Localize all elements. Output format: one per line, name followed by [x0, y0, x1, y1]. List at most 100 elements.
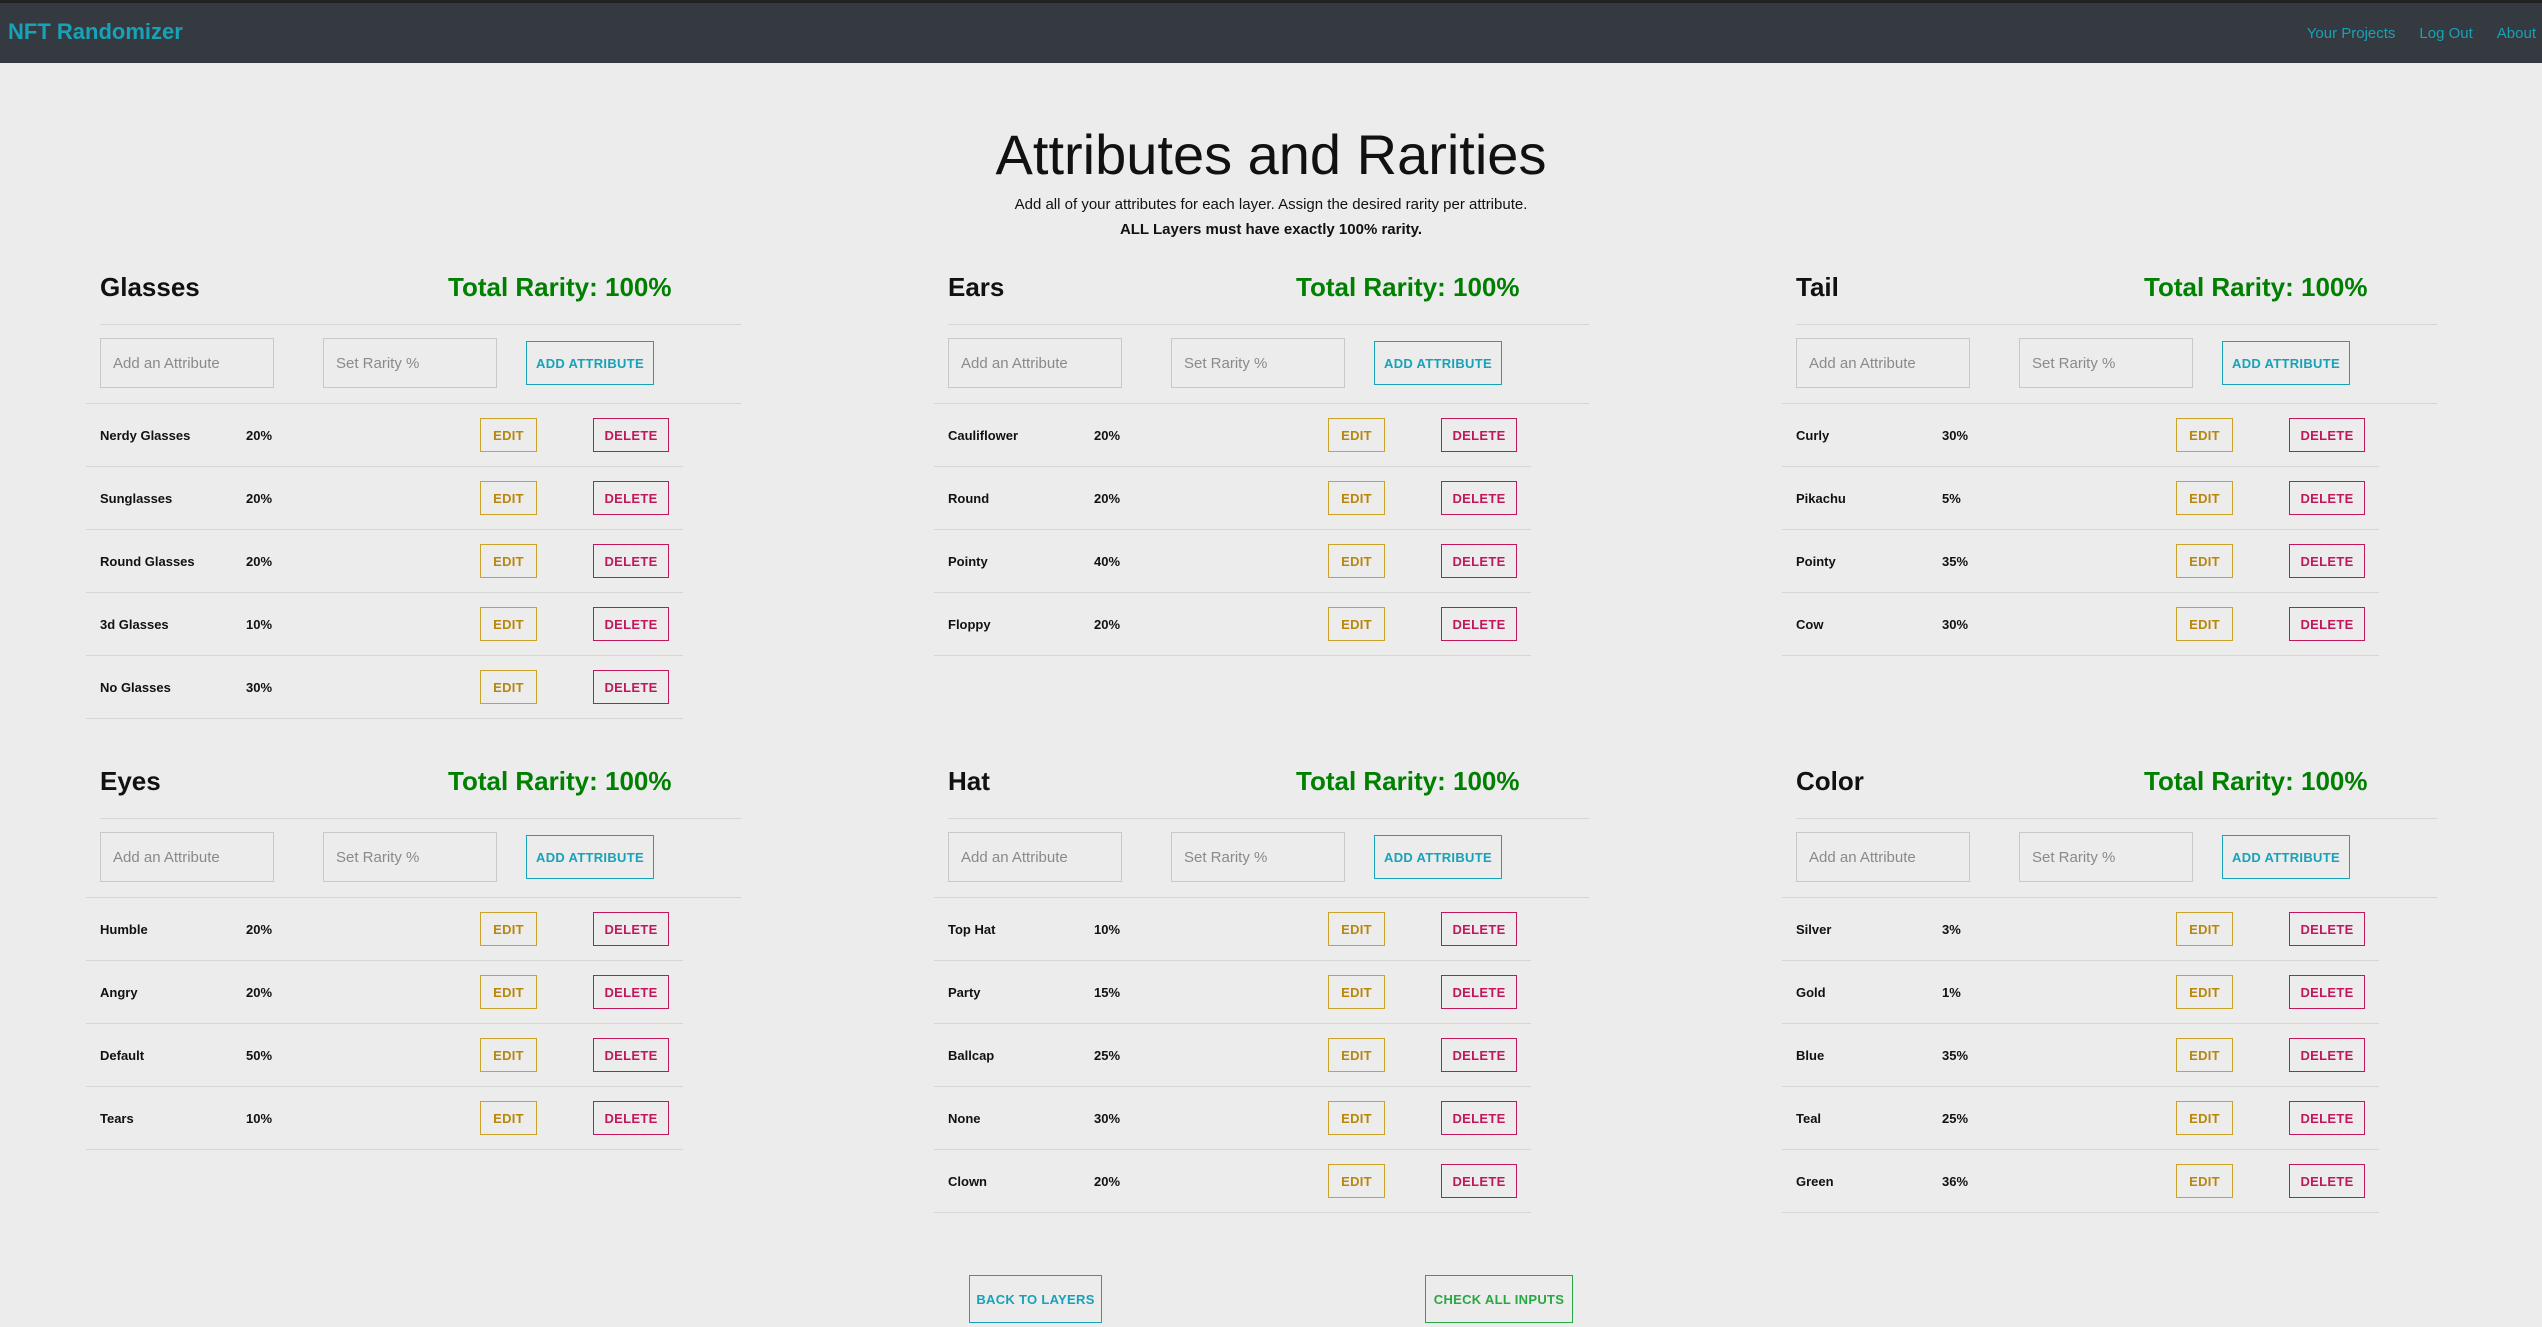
attribute-name: Curly [1796, 428, 1830, 443]
layer-header: Color Total Rarity: 100% [1796, 766, 2437, 819]
edit-button[interactable]: EDIT [1328, 1164, 1385, 1198]
delete-button[interactable]: DELETE [1441, 1164, 1517, 1198]
delete-button[interactable]: DELETE [593, 481, 669, 515]
delete-button[interactable]: DELETE [593, 1038, 669, 1072]
delete-button[interactable]: DELETE [2289, 1038, 2365, 1072]
add-attribute-button[interactable]: ADD ATTRIBUTE [526, 835, 654, 879]
edit-button[interactable]: EDIT [480, 481, 537, 515]
edit-button[interactable]: EDIT [480, 544, 537, 578]
attribute-rarity: 10% [246, 1111, 273, 1126]
add-attribute-button[interactable]: ADD ATTRIBUTE [1374, 835, 1502, 879]
rarity-input[interactable] [2019, 338, 2193, 388]
delete-button[interactable]: DELETE [593, 1101, 669, 1135]
layer-card-eyes: Eyes Total Rarity: 100% ADD ATTRIBUTE Humbl… [86, 766, 741, 1150]
delete-button[interactable]: DELETE [1441, 1038, 1517, 1072]
attribute-rarity: 5% [1942, 491, 1961, 506]
attribute-rarity: 50% [246, 1048, 273, 1063]
edit-button[interactable]: EDIT [2176, 418, 2233, 452]
add-attribute-row: ADD ATTRIBUTE [1782, 325, 2437, 404]
delete-button[interactable]: DELETE [593, 912, 669, 946]
edit-button[interactable]: EDIT [480, 418, 537, 452]
edit-button[interactable]: EDIT [1328, 1101, 1385, 1135]
edit-button[interactable]: EDIT [480, 912, 537, 946]
attribute-name: No Glasses [100, 680, 171, 695]
page-subtitle: Add all of your attributes for each laye… [1014, 196, 1528, 213]
delete-button[interactable]: DELETE [2289, 1101, 2365, 1135]
attribute-rarity: 20% [246, 428, 273, 443]
edit-button[interactable]: EDIT [1328, 912, 1385, 946]
attribute-name-input[interactable] [1796, 832, 1970, 882]
attribute-row: Teal 25% EDIT DELETE [1782, 1087, 2379, 1150]
edit-button[interactable]: EDIT [480, 975, 537, 1009]
edit-button[interactable]: EDIT [1328, 481, 1385, 515]
back-to-layers-button[interactable]: BACK TO LAYERS [969, 1275, 1102, 1323]
attribute-name: Nerdy Glasses [100, 428, 191, 443]
delete-button[interactable]: DELETE [1441, 481, 1517, 515]
attribute-row: Party 15% EDIT DELETE [934, 961, 1531, 1024]
attribute-name: Default [100, 1048, 145, 1063]
delete-button[interactable]: DELETE [593, 975, 669, 1009]
rarity-input[interactable] [323, 832, 497, 882]
add-attribute-button[interactable]: ADD ATTRIBUTE [526, 341, 654, 385]
attribute-rarity: 10% [1094, 922, 1121, 937]
edit-button[interactable]: EDIT [480, 607, 537, 641]
add-attribute-button[interactable]: ADD ATTRIBUTE [2222, 341, 2350, 385]
nav-link-your-projects[interactable]: Your Projects [2307, 25, 2396, 42]
attribute-name-input[interactable] [100, 832, 274, 882]
edit-button[interactable]: EDIT [480, 670, 537, 704]
nav-link-about[interactable]: About [2497, 25, 2536, 42]
delete-button[interactable]: DELETE [2289, 544, 2365, 578]
attribute-row: 3d Glasses 10% EDIT DELETE [86, 593, 683, 656]
delete-button[interactable]: DELETE [2289, 481, 2365, 515]
delete-button[interactable]: DELETE [593, 544, 669, 578]
check-all-inputs-button[interactable]: CHECK ALL INPUTS [1425, 1275, 1573, 1323]
edit-button[interactable]: EDIT [1328, 975, 1385, 1009]
delete-button[interactable]: DELETE [593, 418, 669, 452]
delete-button[interactable]: DELETE [593, 670, 669, 704]
delete-button[interactable]: DELETE [2289, 418, 2365, 452]
delete-button[interactable]: DELETE [1441, 912, 1517, 946]
edit-button[interactable]: EDIT [2176, 544, 2233, 578]
edit-button[interactable]: EDIT [2176, 607, 2233, 641]
attribute-name-input[interactable] [948, 338, 1122, 388]
attribute-row: Default 50% EDIT DELETE [86, 1024, 683, 1087]
edit-button[interactable]: EDIT [480, 1101, 537, 1135]
add-attribute-button[interactable]: ADD ATTRIBUTE [1374, 341, 1502, 385]
rarity-input[interactable] [323, 338, 497, 388]
edit-button[interactable]: EDIT [2176, 1038, 2233, 1072]
attribute-row: Pointy 40% EDIT DELETE [934, 530, 1531, 593]
edit-button[interactable]: EDIT [2176, 1164, 2233, 1198]
nav-link-log-out[interactable]: Log Out [2419, 25, 2472, 42]
brand-link[interactable]: NFT Randomizer [8, 19, 183, 45]
total-rarity: Total Rarity: 100% [1296, 766, 1520, 796]
delete-button[interactable]: DELETE [2289, 975, 2365, 1009]
delete-button[interactable]: DELETE [2289, 607, 2365, 641]
rarity-input[interactable] [1171, 338, 1345, 388]
delete-button[interactable]: DELETE [2289, 1164, 2365, 1198]
delete-button[interactable]: DELETE [1441, 607, 1517, 641]
attribute-name-input[interactable] [100, 338, 274, 388]
edit-button[interactable]: EDIT [2176, 1101, 2233, 1135]
delete-button[interactable]: DELETE [1441, 1101, 1517, 1135]
edit-button[interactable]: EDIT [1328, 544, 1385, 578]
attribute-row: Tears 10% EDIT DELETE [86, 1087, 683, 1150]
rarity-input[interactable] [1171, 832, 1345, 882]
delete-button[interactable]: DELETE [2289, 912, 2365, 946]
delete-button[interactable]: DELETE [593, 607, 669, 641]
delete-button[interactable]: DELETE [1441, 975, 1517, 1009]
add-attribute-button[interactable]: ADD ATTRIBUTE [2222, 835, 2350, 879]
edit-button[interactable]: EDIT [2176, 912, 2233, 946]
rarity-input[interactable] [2019, 832, 2193, 882]
edit-button[interactable]: EDIT [480, 1038, 537, 1072]
edit-button[interactable]: EDIT [1328, 418, 1385, 452]
edit-button[interactable]: EDIT [1328, 607, 1385, 641]
delete-button[interactable]: DELETE [1441, 418, 1517, 452]
edit-button[interactable]: EDIT [2176, 481, 2233, 515]
attribute-name: None [948, 1111, 981, 1126]
attribute-rarity: 15% [1094, 985, 1121, 1000]
edit-button[interactable]: EDIT [2176, 975, 2233, 1009]
attribute-name-input[interactable] [948, 832, 1122, 882]
edit-button[interactable]: EDIT [1328, 1038, 1385, 1072]
attribute-name-input[interactable] [1796, 338, 1970, 388]
delete-button[interactable]: DELETE [1441, 544, 1517, 578]
